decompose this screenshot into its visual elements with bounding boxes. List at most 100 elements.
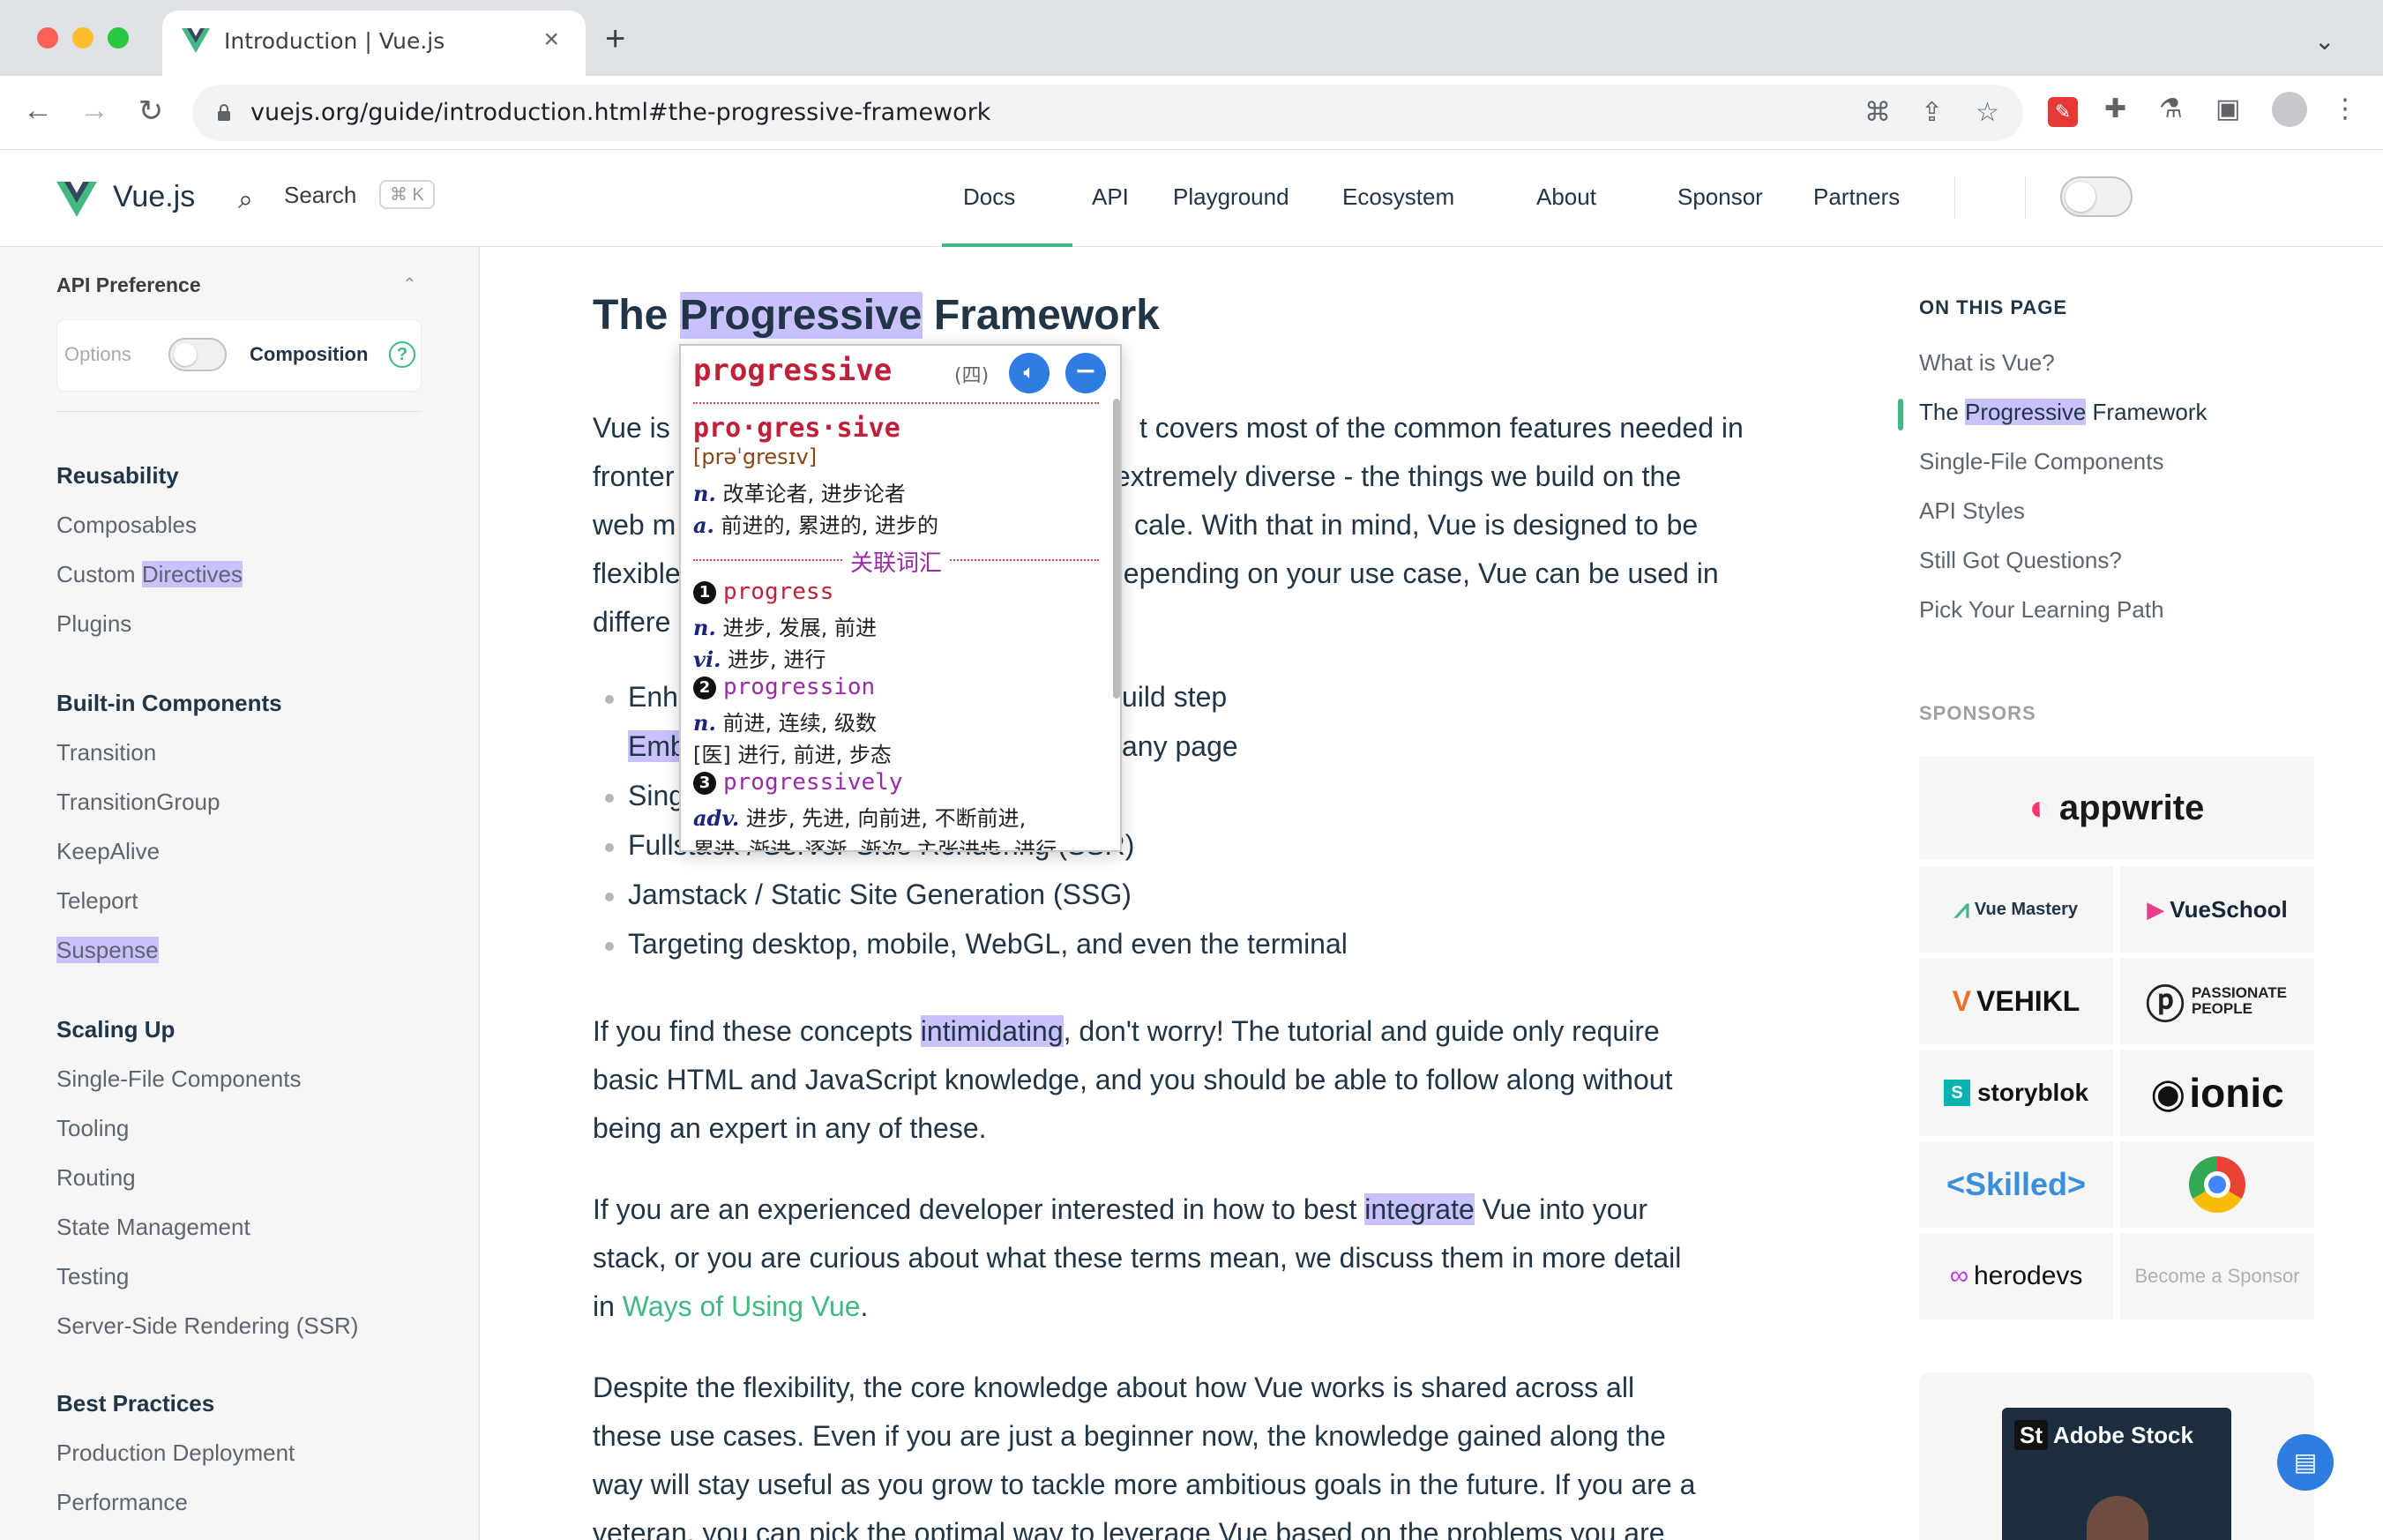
definition-text: 进步, 发展, 前进 [722,616,877,640]
sponsor-vehikl[interactable]: V VEHIKL [1919,958,2113,1044]
sponsor-ionic[interactable]: ◉ ionic [2120,1050,2314,1136]
address-bar[interactable]: vuejs.org/guide/introduction.html#the-pr… [192,85,2023,141]
help-icon[interactable]: ? [389,341,415,368]
related-word[interactable]: 2 progression [693,674,875,700]
sidebar-item-composables[interactable]: Composables [56,512,197,539]
related-word[interactable]: 1 progress [693,579,833,605]
popup-source[interactable]: (四) [954,360,989,388]
sidebar-item-state-management[interactable]: State Management [56,1214,250,1241]
sponsor-skilled[interactable]: <Skilled> [1919,1141,2113,1228]
sidebar-item-suspense[interactable]: Suspense [56,937,159,964]
search-shortcut-kbd: ⌘ K [379,180,435,209]
sidebar-item-production-deployment[interactable]: Production Deployment [56,1439,295,1467]
close-window-button[interactable] [37,27,58,49]
minimize-icon[interactable]: − [1065,353,1106,393]
dark-mode-toggle[interactable] [2060,176,2133,217]
sponsor-name: Become a Sponsor [2134,1265,2300,1287]
forward-arrow-icon[interactable]: → [74,93,115,128]
reader-mode-icon[interactable]: ▤ [2277,1434,2334,1491]
nav-divider [2025,176,2026,219]
search-button[interactable]: Search [284,182,356,209]
browser-toolbar: ← → ↻ vuejs.org/guide/introduction.html#… [0,76,2383,150]
nav-about[interactable]: About [1536,183,1596,211]
popup-scrollbar[interactable] [1113,399,1120,699]
related-word[interactable]: 3 progressively [693,769,903,796]
reload-icon[interactable]: ↻ [131,93,171,129]
ad-text: St Adobe Stock [2014,1420,2193,1450]
sidebar-item-testing[interactable]: Testing [56,1263,129,1290]
ad-card[interactable]: St Adobe Stock [1919,1372,2314,1540]
speaker-icon[interactable]: 🔈︎ [1009,353,1050,393]
sponsor-passionate-people[interactable]: ⓟ PASSIONATE PEOPLE [2120,958,2314,1044]
bookmark-star-icon[interactable]: ☆ [1976,97,1999,128]
toc-item[interactable]: What is Vue? [1919,349,2055,377]
sidebar-item-custom-directives[interactable]: Custom Directives [56,561,243,588]
profile-avatar-icon[interactable] [2272,92,2307,127]
ways-of-using-vue-link[interactable]: Ways of Using Vue [623,1290,861,1322]
search-icon[interactable]: ⌕ [238,185,253,215]
browser-tab[interactable]: Introduction | Vue.js × [162,11,586,76]
maximize-window-button[interactable] [108,27,129,49]
tab-close-icon[interactable]: × [543,25,559,55]
sponsor-vue-mastery[interactable]: ⩘ Vue Mastery [1919,866,2113,953]
toc-item[interactable]: API Styles [1919,497,2025,525]
nav-api[interactable]: API [1092,183,1129,211]
toc-item[interactable]: Single-File Components [1919,448,2163,475]
toc-item[interactable]: Still Got Questions? [1919,547,2122,574]
tab-search-chevron-icon[interactable]: ⌄ [2314,26,2334,56]
sidebar-item-keepalive[interactable]: KeepAlive [56,838,160,865]
highlighted-word: Suspense [56,937,159,963]
nav-partners[interactable]: Partners [1813,183,1900,211]
nav-sponsor[interactable]: Sponsor [1677,183,1763,211]
nav-docs[interactable]: Docs [963,183,1015,211]
nav-playground[interactable]: Playground [1173,183,1289,211]
paragraph-text: Vue into your [1474,1193,1648,1225]
sidebar-item-tooling[interactable]: Tooling [56,1115,129,1142]
sidebar-item-single-file-components[interactable]: Single-File Components [56,1065,301,1093]
paragraph-fragment: cale. With that in mind, Vue is designed… [1134,509,1699,541]
share-icon[interactable]: ⇪ [1921,97,1943,128]
vue-logo-icon[interactable] [56,182,97,217]
sidebar-item-routing[interactable]: Routing [56,1164,136,1192]
vehikl-logo-icon: V [1952,984,1971,1017]
sponsor-vueschool[interactable]: ▶ VueSchool [2120,866,2314,953]
paragraph-fragment: web m [593,509,676,541]
api-preference-toggle[interactable] [168,338,227,371]
popup-headword: progressive [693,353,893,388]
sponsor-name: appwrite [2058,788,2205,827]
new-tab-icon[interactable]: + [605,19,625,59]
definition-text: 改革论者, 进步论者 [722,482,906,506]
list-item: Enh [605,681,678,714]
composition-label[interactable]: Composition [250,343,368,366]
translate-icon[interactable]: ⌘ [1864,97,1891,128]
brand-name[interactable]: Vue.js [113,180,195,214]
toc-item[interactable]: Pick Your Learning Path [1919,596,2164,624]
popup-definition: 累进, 渐进, 逐渐, 渐次, 主张进步, 进行 [693,838,1057,852]
sidebar-item-transition[interactable]: Transition [56,739,156,766]
lab-flask-icon[interactable]: ⚗ [2159,93,2183,124]
back-arrow-icon[interactable]: ← [18,93,58,128]
sidebar-item-teleport[interactable]: Teleport [56,887,138,915]
sponsor-appwrite[interactable]: ◐ appwrite [1919,757,2314,859]
minimize-window-button[interactable] [72,27,93,49]
ad-image: St Adobe Stock [2002,1408,2231,1540]
kebab-menu-icon[interactable]: ⋮ [2332,93,2358,124]
heading-text: Framework [922,292,1160,339]
sidebar-item-ssr[interactable]: Server-Side Rendering (SSR) [56,1312,358,1340]
nav-ecosystem[interactable]: Ecosystem [1342,183,1454,211]
sidebar-item-plugins[interactable]: Plugins [56,610,131,638]
sponsor-herodevs[interactable]: ∞ herodevs [1919,1233,2113,1319]
options-label[interactable]: Options [64,343,131,366]
sidebar-item-performance[interactable]: Performance [56,1489,188,1516]
become-a-sponsor-link[interactable]: Become a Sponsor [2120,1233,2314,1319]
chevron-up-icon[interactable]: ⌃ [402,273,417,295]
toc-item-active[interactable]: The Progressive Framework [1919,399,2207,426]
paragraph-text: If you are an experienced developer inte… [593,1193,1365,1225]
ionic-logo-icon: ◉ [2150,1070,2186,1116]
sponsor-chrome[interactable] [2120,1141,2314,1228]
side-panel-icon[interactable]: ▣ [2215,93,2240,124]
sponsor-storyblok[interactable]: Sstoryblok [1919,1050,2113,1136]
extensions-puzzle-icon[interactable]: ✚ [2104,93,2126,124]
sidebar-item-transitiongroup[interactable]: TransitionGroup [56,789,220,816]
dictionary-extension-icon[interactable]: ✎ [2048,97,2078,127]
